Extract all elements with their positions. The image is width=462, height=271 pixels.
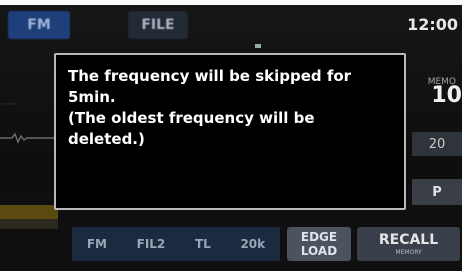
filter-item-20k[interactable]: 20k — [240, 237, 265, 251]
left-dim-label: ····· — [2, 100, 17, 110]
filter-group[interactable]: FM FIL2 TL 20k — [72, 227, 280, 261]
dialog-message-line: The frequency will be skipped for — [68, 67, 352, 85]
waveform-icon — [0, 132, 55, 144]
recall-sub-label: MEMORY — [395, 249, 422, 256]
right-p-button[interactable]: P — [412, 179, 462, 205]
clock: 12:00 — [407, 15, 458, 34]
recall-label: RECALL — [378, 232, 439, 248]
filter-item-fm[interactable]: FM — [87, 237, 107, 251]
edge-load-button[interactable]: EDGE LOAD — [287, 227, 351, 261]
indicator-mark — [255, 44, 261, 48]
filter-item-fil2[interactable]: FIL2 — [137, 237, 166, 251]
dialog-message-line: deleted.) — [68, 130, 145, 148]
tab-fm[interactable]: FM — [8, 11, 70, 39]
skip-message-dialog[interactable]: The frequency will be skipped for 5min. … — [54, 53, 406, 210]
dialog-message-line: 5min. — [68, 88, 116, 106]
dialog-message-line: (The oldest frequency will be — [68, 109, 315, 127]
tab-file[interactable]: FILE — [128, 11, 188, 39]
recall-button[interactable]: RECALL MEMORY — [357, 227, 460, 261]
filter-item-tl[interactable]: TL — [195, 237, 211, 251]
edge-label: EDGE — [300, 230, 338, 244]
right-channel-value: 10 — [431, 83, 462, 108]
right-step-button[interactable]: 20 — [412, 132, 462, 156]
load-label: LOAD — [300, 244, 338, 258]
left-level-bar-lower — [0, 219, 58, 229]
left-level-bar — [0, 205, 58, 219]
